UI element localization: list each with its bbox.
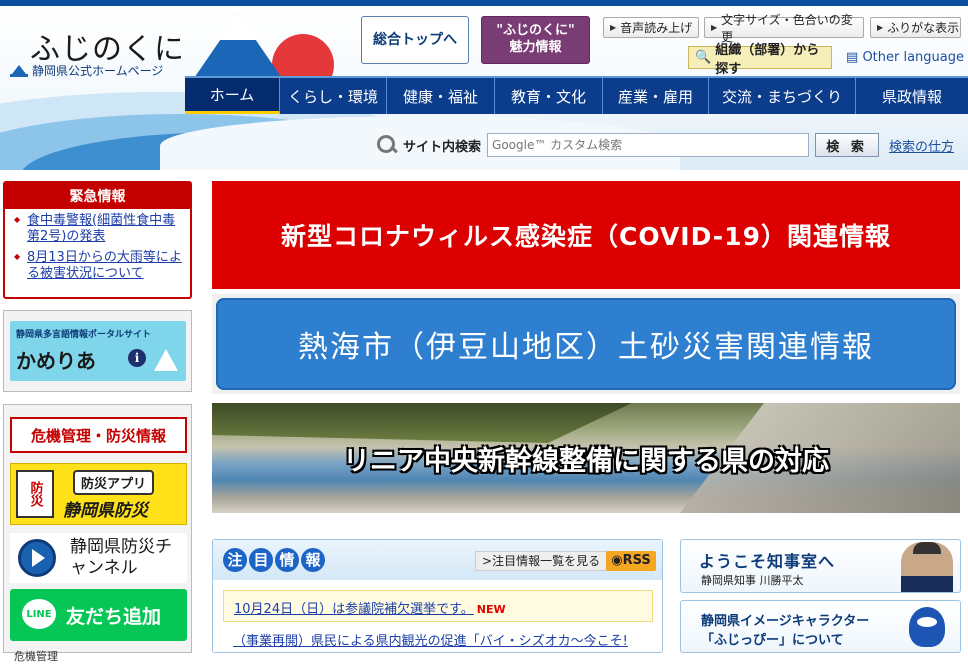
- disaster-channel-label: 静岡県防災チャンネル: [70, 537, 172, 579]
- info-icon: i: [128, 349, 146, 367]
- news-title-char: 目: [249, 548, 273, 572]
- line-logo-icon: LINE: [22, 599, 56, 629]
- voice-reader-label: 音声読み上げ: [620, 21, 693, 35]
- search-icon: 🔍: [695, 50, 712, 65]
- play-icon: [18, 539, 56, 577]
- kameria-subtitle: 静岡県多言語情報ポータルサイト: [16, 330, 152, 340]
- fujippy-character-banner[interactable]: 静岡県イメージキャラクター 「ふじっぴー」について: [680, 600, 961, 653]
- linear-shinkansen-banner[interactable]: リニア中央新幹線整備に関する県の対応: [212, 403, 960, 513]
- site-logo-subtitle[interactable]: 静岡県公式ホームページ: [10, 62, 163, 79]
- news-title-char: 報: [301, 548, 325, 572]
- font-size-color-button[interactable]: ▶ 文字サイズ・色合いの変更: [704, 13, 864, 44]
- charm-info-button[interactable]: "ふじのくに" 魅力情報: [481, 16, 590, 64]
- governor-name: 静岡県知事 川勝平太: [701, 574, 804, 587]
- site-search-label: サイト内検索: [403, 139, 482, 155]
- disaster-app-banner[interactable]: 防災 防災アプリ 静岡県防災: [10, 463, 187, 525]
- chevron-right-icon: >: [482, 554, 493, 568]
- top-page-button[interactable]: 総合トップへ: [361, 16, 469, 64]
- disaster-channel-banner[interactable]: 静岡県防災チャンネル: [10, 533, 187, 583]
- charm-line2: 魅力情報: [509, 40, 562, 55]
- character-line1: 静岡県イメージキャラクター: [701, 614, 870, 629]
- news-title-char: 情: [275, 548, 299, 572]
- nav-home[interactable]: ホーム: [185, 78, 280, 114]
- disaster-prevention-box: 危機管理・防災情報 防災 防災アプリ 静岡県防災 静岡県防災チャンネル LINE…: [3, 404, 192, 663]
- furigana-button[interactable]: ▶ ふりがな表示: [870, 17, 961, 38]
- voice-reader-button[interactable]: ▶ 音声読み上げ: [603, 17, 699, 38]
- mount-fuji-icon: [154, 349, 178, 371]
- featured-news-panel: 注 目 情 報 >注目情報一覧を見る ◉RSS 10月24日（日）は参議院補欠選…: [212, 539, 663, 653]
- bousai-badge-icon: 防災: [16, 470, 54, 518]
- site-header: ふじのくに 静岡県公式ホームページ 総合トップへ "ふじのくに" 魅力情報 ▶ …: [0, 0, 968, 170]
- news-item[interactable]: （事業再開）県民による県内観光の促進「バイ・シズオカ～今こそ!: [233, 630, 628, 649]
- nav-living-environment[interactable]: くらし・環境: [280, 78, 387, 114]
- disaster-app-name: 静岡県防災: [63, 501, 148, 521]
- disaster-app-label: 防災アプリ: [73, 470, 155, 495]
- kameria-name: かめりあ: [16, 349, 96, 373]
- other-language-link[interactable]: ▤ Other language: [846, 50, 964, 65]
- fujippy-mascot-image: [909, 607, 945, 647]
- nav-prefectural-info[interactable]: 県政情報: [856, 78, 968, 114]
- kameria-portal-banner[interactable]: 静岡県多言語情報ポータルサイト かめりあ i: [3, 310, 192, 392]
- line-add-friend-button[interactable]: LINE 友だち追加: [10, 589, 187, 641]
- character-line2: 「ふじっぴー」について: [701, 633, 844, 648]
- line-add-friend-label: 友だち追加: [66, 606, 162, 628]
- emergency-info-box: 緊急情報 食中毒警報(細菌性食中毒第2号)の発表 8月13日からの大雨等による被…: [3, 181, 192, 299]
- site-search: サイト内検索 検 索 検索の仕方: [377, 132, 954, 158]
- governor-title: ようこそ知事室へ: [699, 552, 836, 571]
- governor-photo: [901, 542, 953, 592]
- kameria-banner-image: 静岡県多言語情報ポータルサイト かめりあ i: [10, 321, 186, 381]
- nav-industry-employment[interactable]: 産業・雇用: [603, 78, 709, 114]
- nav-exchange-town[interactable]: 交流・まちづくり: [709, 78, 856, 114]
- furigana-label: ふりがな表示: [887, 21, 960, 35]
- nav-health-welfare[interactable]: 健康・福祉: [387, 78, 495, 114]
- atami-banner-label: 熱海市（伊豆山地区）土砂災害関連情報: [216, 298, 956, 390]
- magnifier-icon: [377, 135, 397, 155]
- news-title-char: 注: [223, 548, 247, 572]
- emergency-title: 緊急情報: [5, 183, 190, 209]
- arrow-right-icon: ▶: [610, 23, 617, 32]
- linear-banner-label: リニア中央新幹線整備に関する県の対応: [343, 446, 829, 477]
- news-list-link[interactable]: >注目情報一覧を見る: [475, 551, 608, 571]
- arrow-right-icon: ▶: [877, 23, 884, 32]
- prefecture-mark-icon: [10, 64, 28, 77]
- global-nav: ホーム くらし・環境 健康・福祉 教育・文化 産業・雇用 交流・まちづくり 県政…: [185, 76, 968, 114]
- governor-office-banner[interactable]: ようこそ知事室へ 静岡県知事 川勝平太: [680, 539, 961, 593]
- crisis-management-label: 危機管理: [14, 650, 58, 663]
- mount-fuji-snow: [218, 14, 258, 40]
- covid-info-banner[interactable]: 新型コロナウィルス感染症（COVID-19）関連情報: [212, 181, 960, 289]
- charm-line1: "ふじのくに": [496, 23, 575, 39]
- featured-news-header: 注 目 情 報 >注目情報一覧を見る ◉RSS: [213, 540, 662, 580]
- search-help-link[interactable]: 検索の仕方: [889, 136, 954, 155]
- logo-subtitle-text: 静岡県公式ホームページ: [32, 64, 164, 78]
- banner-photo-trees: [212, 403, 632, 443]
- news-item[interactable]: 10月24日（日）は参議院補欠選挙です。 NEW: [223, 590, 653, 622]
- emergency-item[interactable]: 食中毒警報(細菌性食中毒第2号)の発表: [5, 209, 190, 246]
- rss-button[interactable]: ◉RSS: [606, 551, 656, 571]
- rss-icon: ◉: [611, 553, 623, 568]
- search-submit-button[interactable]: 検 索: [815, 133, 880, 157]
- site-search-input[interactable]: [487, 133, 810, 157]
- news-list-label: 注目情報一覧を見る: [492, 554, 601, 568]
- emergency-item[interactable]: 8月13日からの大雨等による被害状況について: [5, 246, 190, 283]
- org-search-button[interactable]: 🔍 組織（部署）から探す: [688, 43, 832, 77]
- org-search-label: 組織（部署）から探す: [715, 42, 820, 77]
- new-badge: NEW: [476, 603, 506, 616]
- atami-disaster-banner[interactable]: 熱海市（伊豆山地区）土砂災害関連情報: [212, 294, 960, 394]
- disaster-prevention-title[interactable]: 危機管理・防災情報: [10, 417, 187, 453]
- other-language-label: Other language: [862, 50, 965, 65]
- nav-education-culture[interactable]: 教育・文化: [495, 78, 603, 114]
- news-item-text: 10月24日（日）は参議院補欠選挙です。: [234, 602, 474, 617]
- arrow-right-icon: ▶: [711, 23, 718, 32]
- document-icon: ▤: [846, 50, 859, 65]
- rss-label: RSS: [622, 553, 651, 568]
